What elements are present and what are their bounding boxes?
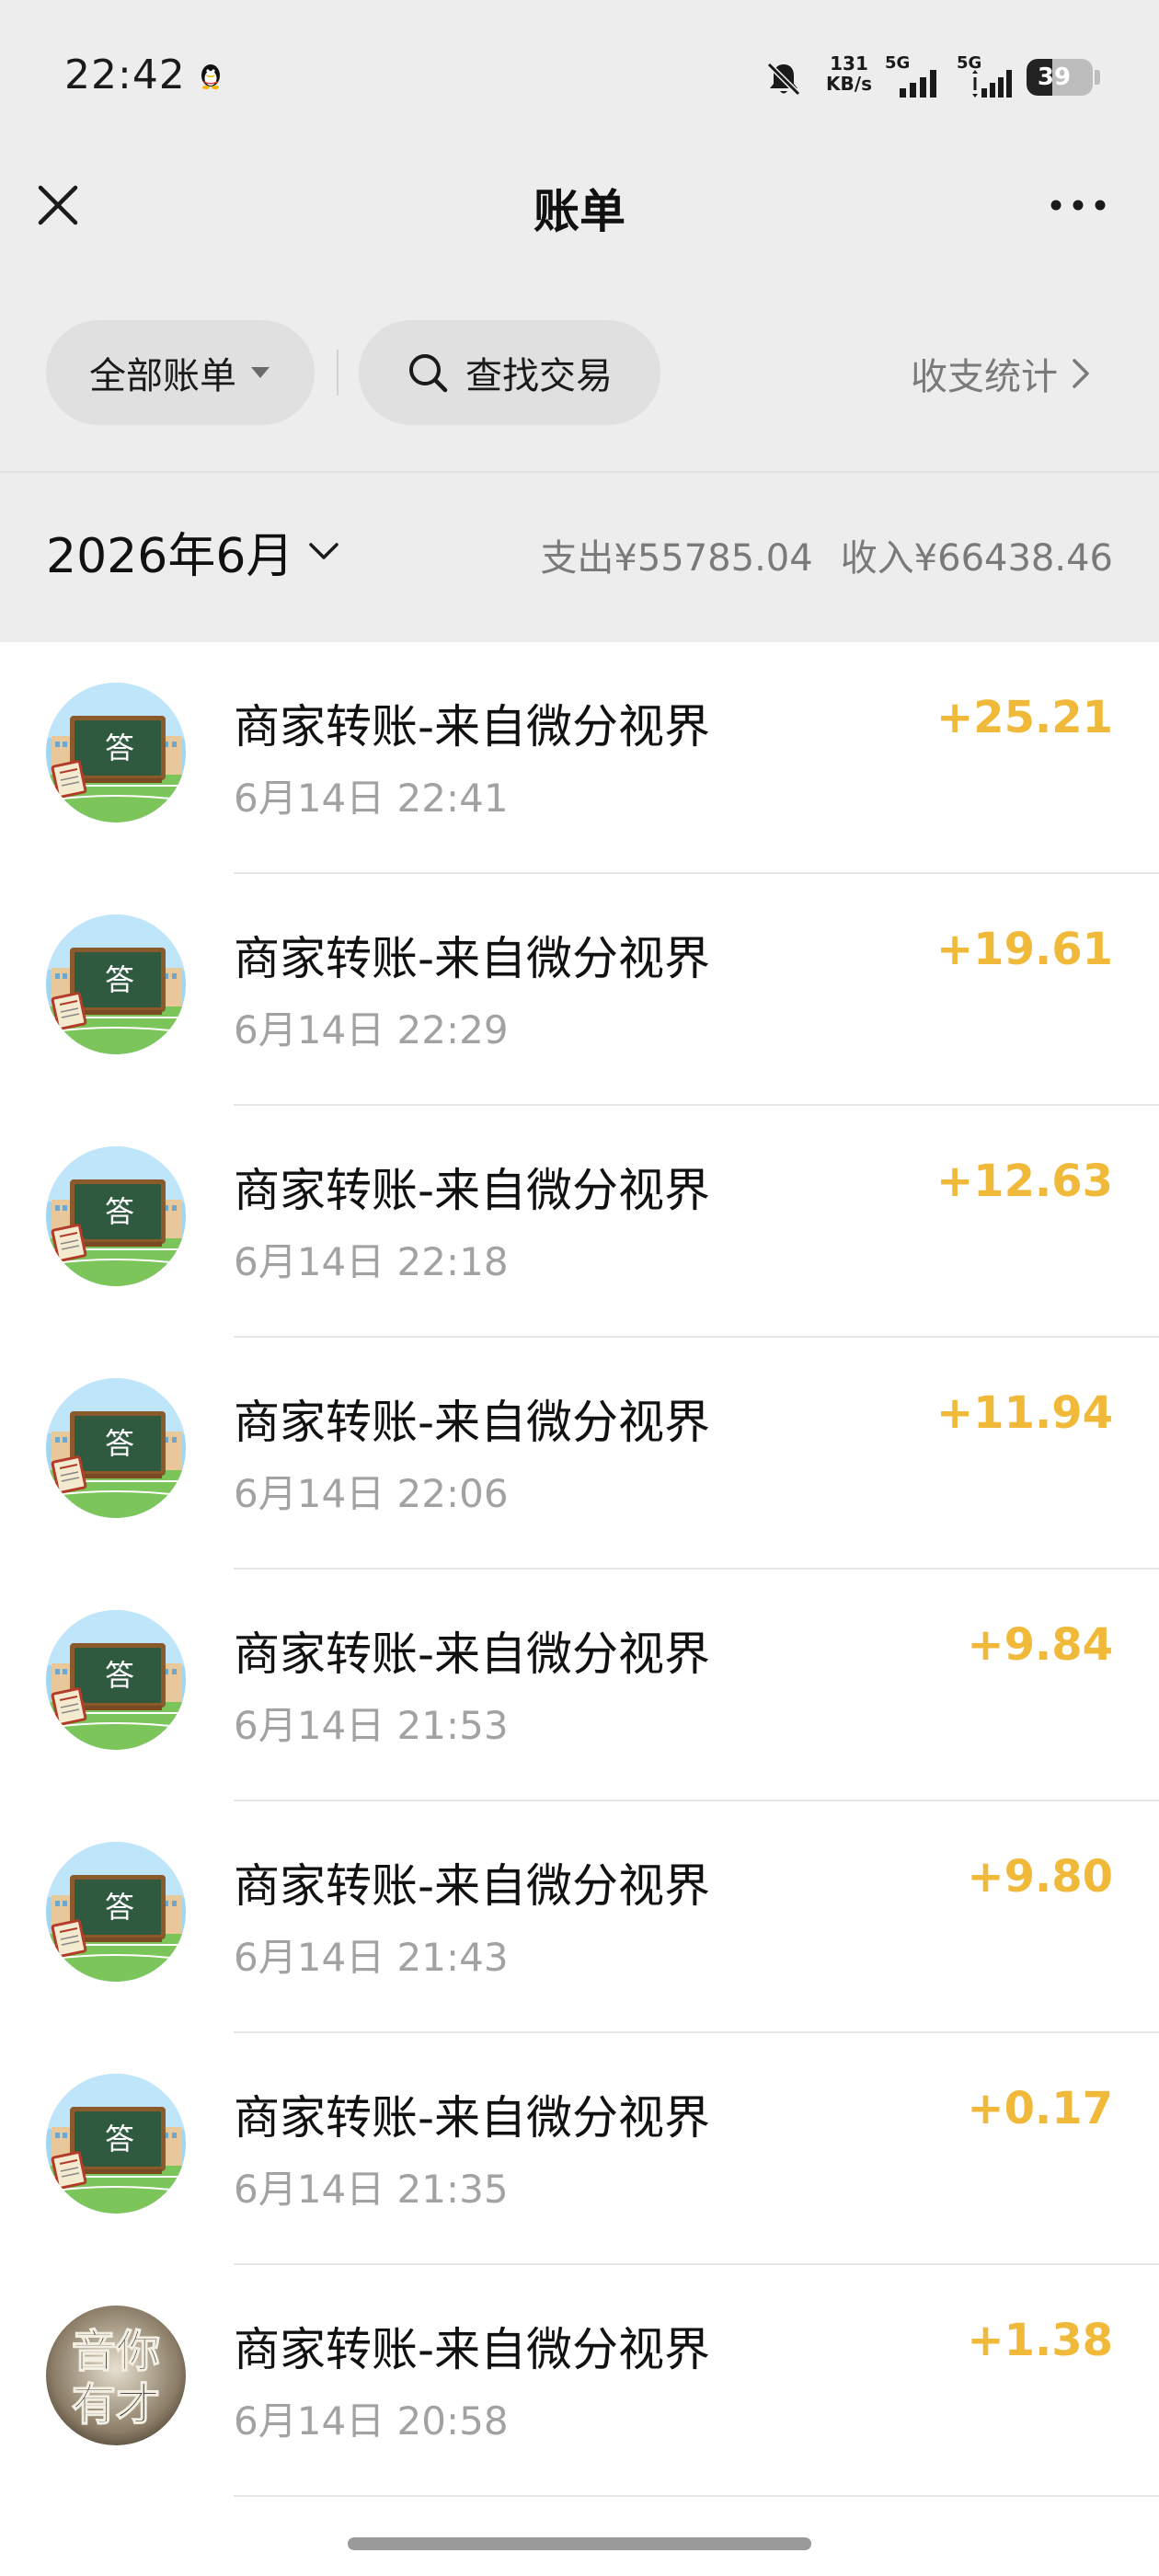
close-icon[interactable] xyxy=(35,182,81,228)
chalkboard-avatar-text: 答 xyxy=(105,1426,134,1461)
chalkboard-avatar-text: 答 xyxy=(105,1658,134,1693)
transaction-amount: +9.84 xyxy=(967,1619,1113,1671)
status-bar: 22:42 131 KB/s 5G 5G 39 xyxy=(0,0,1159,156)
music-talent-avatar-icon: 音你 有才 xyxy=(46,2306,186,2445)
merchant-avatar: 答 xyxy=(46,1610,186,1750)
search-label: 查找交易 xyxy=(465,355,613,397)
month-label: 2026年6月 xyxy=(46,528,294,584)
transaction-amount: +9.80 xyxy=(967,1851,1113,1903)
merchant-avatar: 答 xyxy=(46,1378,186,1518)
transaction-row[interactable]: 答 商家转账-来自微分视界 6月14日 22:29 +19.61 xyxy=(0,874,1159,1106)
signal-sim2: 5G xyxy=(957,53,1021,99)
chalkboard-avatar-text: 答 xyxy=(105,962,134,997)
transaction-date: 6月14日 21:43 xyxy=(234,1935,509,1980)
transaction-title: 商家转账-来自微分视界 xyxy=(234,1627,711,1681)
transaction-row[interactable]: 音你 有才 商家转账-来自微分视界 6月14日 20:58 +1.38 xyxy=(0,2265,1159,2497)
page-title: 账单 xyxy=(534,185,625,238)
transaction-amount: +0.17 xyxy=(967,2083,1113,2134)
status-time: 22:42 xyxy=(64,52,186,98)
search-transactions-button[interactable]: 查找交易 xyxy=(359,320,660,425)
transaction-date: 6月14日 22:41 xyxy=(234,776,509,821)
transaction-title: 商家转账-来自微分视界 xyxy=(234,1396,711,1449)
transaction-amount: +12.63 xyxy=(935,1156,1113,1207)
transaction-date: 6月14日 21:53 xyxy=(234,1703,509,1748)
qq-penguin-icon xyxy=(201,64,220,89)
transaction-amount: +19.61 xyxy=(935,924,1113,975)
transaction-amount: +25.21 xyxy=(935,692,1113,743)
network-speed-value: 131 xyxy=(830,52,868,75)
chalkboard-avatar-text: 答 xyxy=(105,1194,134,1229)
mute-bell-icon xyxy=(766,62,801,97)
transaction-title: 商家转账-来自微分视界 xyxy=(234,700,711,753)
chevron-right-icon xyxy=(1073,359,1089,388)
network-speed-unit: KB/s xyxy=(826,73,872,95)
transaction-date: 6月14日 21:35 xyxy=(234,2167,509,2212)
transaction-amount: +1.38 xyxy=(967,2315,1113,2366)
battery-percent: 39 xyxy=(1037,63,1072,91)
chevron-down-icon xyxy=(309,543,339,559)
more-options-icon[interactable] xyxy=(1049,193,1107,217)
month-summary: 支出¥55785.04 收入¥66438.46 xyxy=(540,528,1113,581)
transaction-row[interactable]: 答 商家转账-来自微分视界 6月14日 21:43 +9.80 xyxy=(0,1801,1159,2033)
transaction-date: 6月14日 20:58 xyxy=(234,2398,509,2444)
transaction-title: 商家转账-来自微分视界 xyxy=(234,2323,711,2376)
transaction-row[interactable]: 答 商家转账-来自微分视界 6月14日 22:18 +12.63 xyxy=(0,1106,1159,1338)
merchant-avatar: 答 xyxy=(46,914,186,1054)
transaction-list: 答 商家转账-来自微分视界 6月14日 22:41 +25.21 答 商家转账-… xyxy=(0,642,1159,2497)
battery-tip xyxy=(1095,70,1100,85)
chalkboard-avatar-icon: 答 xyxy=(46,1146,186,1286)
music-avatar-text-line2: 有才 xyxy=(72,2379,160,2431)
chalkboard-avatar-icon: 答 xyxy=(46,1842,186,1982)
chalkboard-avatar-icon: 答 xyxy=(46,914,186,1054)
signal-bars-icon xyxy=(900,70,936,98)
caret-down-icon xyxy=(251,367,270,378)
income-expense-stats-link[interactable]: 收支统计 xyxy=(911,346,1091,401)
music-avatar-text-line1: 音你 xyxy=(72,2326,160,2377)
row-divider xyxy=(234,2495,1159,2497)
battery-indicator: 39 xyxy=(1027,59,1093,96)
all-bills-label: 全部账单 xyxy=(89,355,236,397)
transaction-row[interactable]: 答 商家转账-来自微分视界 6月14日 21:53 +9.84 xyxy=(0,1570,1159,1801)
transaction-row[interactable]: 答 商家转账-来自微分视界 6月14日 22:41 +25.21 xyxy=(0,642,1159,874)
header-area: 22:42 131 KB/s 5G 5G 39 账单 全部账单 查找交易 收支统… xyxy=(0,0,1159,642)
transaction-date: 6月14日 22:18 xyxy=(234,1239,509,1284)
chalkboard-avatar-icon: 答 xyxy=(46,683,186,822)
expense-total: 支出¥55785.04 xyxy=(540,537,813,580)
transaction-date: 6月14日 22:29 xyxy=(234,1007,509,1052)
chalkboard-avatar-icon: 答 xyxy=(46,1610,186,1750)
transaction-date: 6月14日 22:06 xyxy=(234,1471,509,1516)
stats-label: 收支统计 xyxy=(911,356,1058,398)
transaction-title: 商家转账-来自微分视界 xyxy=(234,1164,711,1217)
signal-bars-icon xyxy=(972,70,1012,98)
chalkboard-avatar-icon: 答 xyxy=(46,1378,186,1518)
income-total: 收入¥66438.46 xyxy=(840,537,1113,580)
chalkboard-avatar-text: 答 xyxy=(105,1890,134,1925)
merchant-avatar: 答 xyxy=(46,2074,186,2214)
merchant-avatar: 音你 有才 xyxy=(46,2306,186,2445)
transaction-title: 商家转账-来自微分视界 xyxy=(234,2091,711,2145)
merchant-avatar: 答 xyxy=(46,1146,186,1286)
chalkboard-avatar-icon: 答 xyxy=(46,2074,186,2214)
chalkboard-avatar-text: 答 xyxy=(105,730,134,765)
network-speed: 131 KB/s xyxy=(817,53,881,94)
filter-divider xyxy=(337,350,339,396)
month-selector[interactable]: 2026年6月 xyxy=(46,519,339,584)
transaction-title: 商家转账-来自微分视界 xyxy=(234,932,711,985)
transaction-amount: +11.94 xyxy=(935,1387,1113,1439)
transaction-title: 商家转账-来自微分视界 xyxy=(234,1859,711,1913)
home-indicator[interactable] xyxy=(348,2537,811,2550)
merchant-avatar: 答 xyxy=(46,683,186,822)
signal-sim1: 5G xyxy=(885,53,949,99)
search-icon xyxy=(409,354,448,393)
all-bills-filter-button[interactable]: 全部账单 xyxy=(46,320,315,425)
transaction-row[interactable]: 答 商家转账-来自微分视界 6月14日 21:35 +0.17 xyxy=(0,2033,1159,2265)
header-separator xyxy=(0,471,1159,473)
transaction-row[interactable]: 答 商家转账-来自微分视界 6月14日 22:06 +11.94 xyxy=(0,1338,1159,1570)
chalkboard-avatar-text: 答 xyxy=(105,2122,134,2156)
merchant-avatar: 答 xyxy=(46,1842,186,1982)
